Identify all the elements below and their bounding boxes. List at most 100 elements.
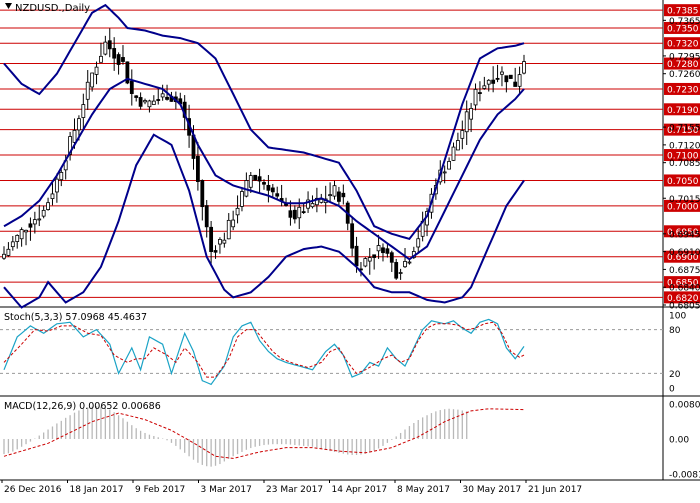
candlestick [341,184,346,205]
candle-body [341,192,346,198]
macd-tick-label: 0.00 [669,436,689,446]
candle-body [275,193,280,197]
candlestick [398,268,403,280]
candle-body [451,146,456,161]
candlestick [121,45,125,65]
bollinger-upper-band [3,3,525,241]
candlestick [103,35,108,56]
candlestick [407,259,412,265]
candlestick [275,186,280,200]
candlestick [460,120,465,150]
candle-body [398,272,403,274]
candle-body [372,254,377,258]
candle-body [204,205,209,228]
candle-body [138,97,143,107]
candle-body [381,247,385,254]
candle-body [491,79,496,84]
candlestick [235,195,240,224]
candle-body [292,209,297,220]
macd-tick-label: 0.00806 [669,401,700,411]
time-tick-label: 21 Jun 2017 [528,485,582,495]
candlestick [266,175,271,203]
macd-title: MACD(12,26,9) 0.00652 0.00686 [4,401,161,412]
price-title: NZDUSD.,Daily [15,3,90,14]
price-tick-label: 0.7015 [669,195,700,205]
candlestick [209,220,214,265]
candle-body [213,250,218,253]
candlestick [394,258,399,280]
candlestick [464,100,469,145]
candlestick [85,70,90,110]
candle-body [46,202,50,210]
price-tick-label: 0.6805 [669,302,700,312]
macd-tick-label: -0.00813 [669,471,700,481]
candle-body [478,92,482,94]
candle-body [504,75,509,83]
candle-body [270,187,275,193]
candlestick [156,89,161,105]
bollinger-lower-band [3,133,525,309]
candle-body [72,130,77,143]
candlestick [491,66,496,93]
candlestick [59,169,64,187]
candlestick [522,54,526,75]
candle-body [156,99,161,101]
candlestick [19,227,24,247]
candlestick [500,66,504,87]
candlestick [504,75,509,93]
candle-body [99,55,103,63]
candle-body [6,248,11,256]
candlestick [125,61,130,85]
candle-body [134,95,139,98]
candle-body [301,211,306,213]
price-tick-label: 0.6910 [669,248,700,258]
price-tick-label: 0.7120 [669,141,700,151]
candle-body [107,40,112,50]
candle-body [257,176,262,182]
stoch-tick-label: 20 [669,370,681,380]
candle-body [455,140,460,151]
candlestick [420,211,425,242]
time-tick-label: 3 Mar 2017 [201,485,252,495]
candlestick [222,232,227,248]
candlestick [240,188,244,212]
candlestick [292,205,297,224]
candle-body [473,88,478,106]
candle-body [143,100,147,103]
candle-body [50,193,55,200]
candlestick [328,182,333,202]
candlestick [37,204,42,227]
candlestick [381,243,385,262]
candlestick [160,84,165,101]
candlestick [447,157,451,170]
stoch-tick-label: 0 [669,385,675,395]
candlestick [129,69,134,106]
candlestick [257,168,262,194]
candlestick [486,79,491,92]
candlestick [495,64,500,83]
nzdusd-chart: 0.7385 0.7350 0.7320 0.7280 0.7230 0.7190 0.71… [0,0,700,499]
candlestick [372,254,377,270]
candlestick [385,243,390,258]
candle-body [218,239,222,245]
candle-body [350,223,355,249]
candle-body [310,203,315,208]
candlestick [231,210,236,231]
candle-body [19,229,24,240]
candlestick [143,98,147,105]
candlestick [363,257,368,268]
candle-body [28,223,33,228]
candle-body [460,130,465,139]
time-tick-label: 26 Dec 2016 [4,485,62,495]
candlestick [513,67,518,87]
chart-canvas: 0.73850.73500.73200.72800.72300.71900.71… [0,0,700,495]
candlestick [279,184,284,207]
candle-body [500,71,504,75]
candle-body [32,219,37,225]
candle-body [240,191,244,207]
candlestick [270,183,275,197]
candle-body [407,261,412,264]
candle-body [112,48,117,59]
price-tick-label: 0.6840 [669,284,700,294]
candle-body [59,171,64,181]
